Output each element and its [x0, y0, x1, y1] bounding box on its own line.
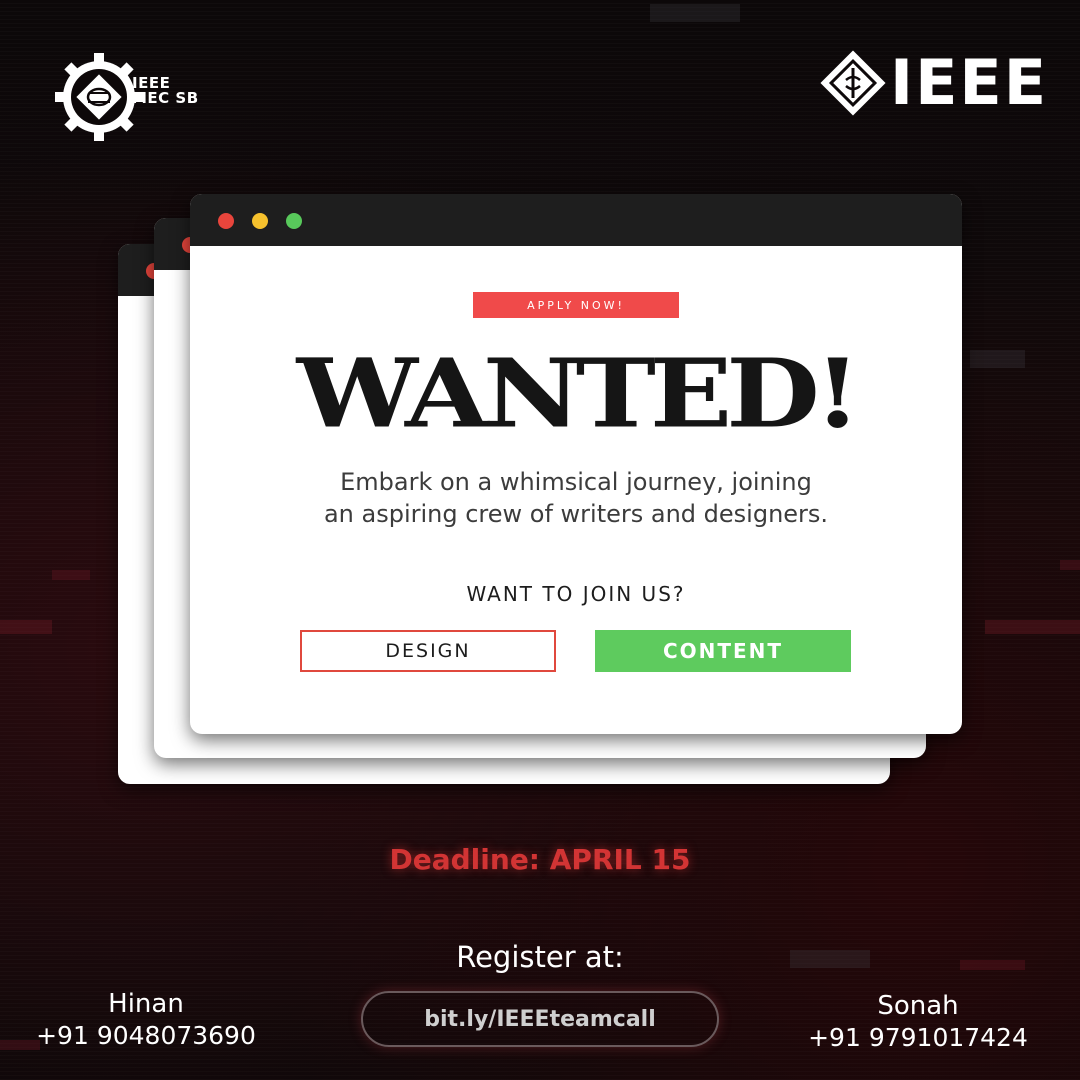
gear-emblem-icon — [55, 53, 143, 141]
glitch-streak — [970, 350, 1025, 368]
register-label: Register at: — [456, 940, 624, 974]
design-button[interactable]: DESIGN — [300, 630, 556, 672]
tagline-line-2: an aspiring crew of writers and designer… — [323, 500, 829, 528]
join-question: WANT TO JOIN US? — [466, 582, 686, 606]
deadline-text: Deadline: APRIL 15 — [389, 843, 691, 876]
glitch-streak — [985, 620, 1080, 634]
register-link[interactable]: bit.ly/IEEEteamcall — [361, 991, 719, 1047]
sb-logo-line2: MEC SB — [132, 89, 199, 107]
headline: WANTED! — [296, 338, 862, 450]
minimize-dot-icon[interactable] — [252, 213, 268, 229]
content-button[interactable]: CONTENT — [595, 630, 851, 672]
glitch-streak — [52, 570, 90, 580]
browser-window-front: APPLY NOW! WANTED! Embark on a whimsical… — [190, 194, 962, 734]
ieee-mec-sb-wordmark: IEEE MEC SB — [132, 76, 199, 106]
glitch-streak — [650, 4, 740, 22]
ieee-diamond-icon — [820, 50, 886, 116]
contact-name: Hinan — [108, 989, 184, 1019]
maximize-dot-icon[interactable] — [286, 213, 302, 229]
glitch-streak — [0, 620, 52, 634]
contact-name: Sonah — [877, 991, 959, 1021]
tagline-line-1: Embark on a whimsical journey, joining — [340, 468, 812, 496]
contact-right: Sonah +91 9791017424 — [808, 990, 1028, 1054]
close-dot-icon[interactable] — [218, 213, 234, 229]
contact-phone[interactable]: +91 9048073690 — [36, 1020, 256, 1052]
contact-left: Hinan +91 9048073690 — [36, 988, 256, 1052]
tagline: Embark on a whimsical journey, joining a… — [270, 466, 882, 530]
glitch-streak — [1060, 560, 1080, 570]
ieee-wordmark: IEEE — [890, 46, 1049, 119]
contact-phone[interactable]: +91 9791017424 — [808, 1022, 1028, 1054]
window-title-bar — [190, 194, 962, 246]
apply-now-badge: APPLY NOW! — [473, 292, 679, 318]
glitch-streak — [0, 1040, 40, 1050]
